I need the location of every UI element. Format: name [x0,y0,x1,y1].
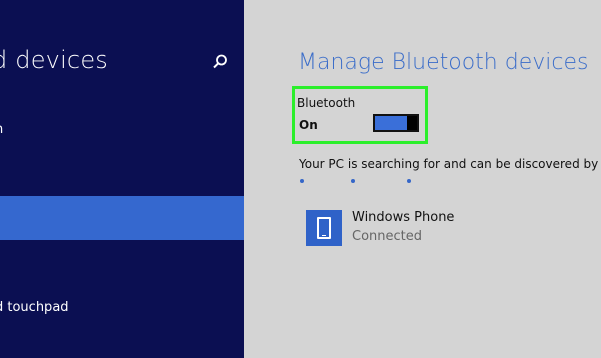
progress-dot [351,179,355,183]
discovery-status-text: Your PC is searching for and can be disc… [299,157,601,171]
progress-dot [300,179,304,183]
bluetooth-panel: Manage Bluetooth devices Bluetooth On Yo… [244,0,601,358]
device-status: Connected [352,229,423,244]
bluetooth-toggle[interactable] [373,114,419,132]
bluetooth-state-text: On [299,118,318,132]
page-title: Manage Bluetooth devices [298,50,589,75]
sidebar-item-touchpad[interactable]: d touchpad [0,296,244,322]
device-item[interactable]: Windows Phone Connected [306,208,596,248]
phone-icon [317,217,331,239]
device-name: Windows Phone [352,210,455,225]
sidebar-item-selected[interactable] [0,196,244,240]
search-icon[interactable] [211,53,229,71]
settings-sidebar: d devices n d touchpad [0,0,244,358]
device-tile [306,210,342,246]
sidebar-item-label: n [0,122,3,137]
sidebar-item-1[interactable]: n [0,118,244,144]
sidebar-title: d devices [0,46,108,74]
progress-dot [407,179,411,183]
sidebar-item-label: d touchpad [0,300,69,315]
toggle-thumb[interactable] [407,116,417,130]
bluetooth-label: Bluetooth [297,96,356,110]
